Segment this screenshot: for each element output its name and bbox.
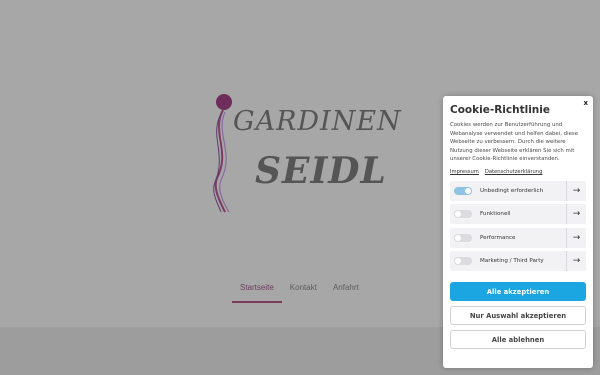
category-funktionell: Funktionell → bbox=[450, 204, 586, 225]
main-nav: Startseite Kontakt Anfahrt bbox=[232, 283, 367, 303]
category-performance: Performance → bbox=[450, 227, 586, 248]
accept-selection-button[interactable]: Nur Auswahl akzeptieren bbox=[450, 306, 586, 326]
category-label: Funktionell bbox=[480, 211, 511, 218]
category-label: Performance bbox=[480, 234, 516, 241]
category-label: Unbedingt erforderlich bbox=[480, 187, 544, 194]
arrow-right-icon[interactable]: → bbox=[566, 251, 586, 272]
close-icon[interactable]: x bbox=[583, 99, 588, 107]
cookie-dialog: x Cookie-Richtlinie Cookies werden zur B… bbox=[443, 96, 593, 368]
category-unbedingt-erforderlich: Unbedingt erforderlich → bbox=[450, 180, 586, 201]
nav-item-startseite[interactable]: Startseite bbox=[232, 283, 282, 303]
impressum-link[interactable]: Impressum bbox=[450, 169, 479, 175]
category-marketing: Marketing / Third Party → bbox=[450, 251, 586, 272]
toggle-unbedingt-erforderlich[interactable] bbox=[454, 186, 472, 195]
category-label: Marketing / Third Party bbox=[480, 258, 544, 265]
logo[interactable]: GARDINEN SEIDL bbox=[205, 92, 401, 217]
arrow-right-icon[interactable]: → bbox=[566, 180, 586, 201]
nav-item-kontakt[interactable]: Kontakt bbox=[282, 283, 325, 303]
cookie-title: Cookie-Richtlinie bbox=[450, 104, 550, 116]
datenschutz-link[interactable]: Datenschutzerklärung bbox=[485, 169, 543, 175]
logo-text-gardinen: GARDINEN bbox=[233, 106, 402, 137]
logo-text-seidl: SEIDL bbox=[255, 150, 387, 192]
cookie-categories: Unbedingt erforderlich → Funktionell → P… bbox=[450, 180, 586, 272]
nav-item-anfahrt[interactable]: Anfahrt bbox=[325, 283, 367, 303]
cookie-links: Impressum Datenschutzerklärung bbox=[450, 169, 586, 175]
reject-all-button[interactable]: Alle ablehnen bbox=[450, 330, 586, 350]
accept-all-button[interactable]: Alle akzeptieren bbox=[450, 282, 586, 302]
toggle-funktionell[interactable] bbox=[454, 210, 472, 219]
arrow-right-icon[interactable]: → bbox=[566, 204, 586, 225]
toggle-marketing[interactable] bbox=[454, 257, 472, 266]
cookie-description: Cookies werden zur Benutzerführung und W… bbox=[450, 122, 579, 163]
toggle-performance[interactable] bbox=[454, 233, 472, 242]
arrow-right-icon[interactable]: → bbox=[566, 227, 586, 248]
